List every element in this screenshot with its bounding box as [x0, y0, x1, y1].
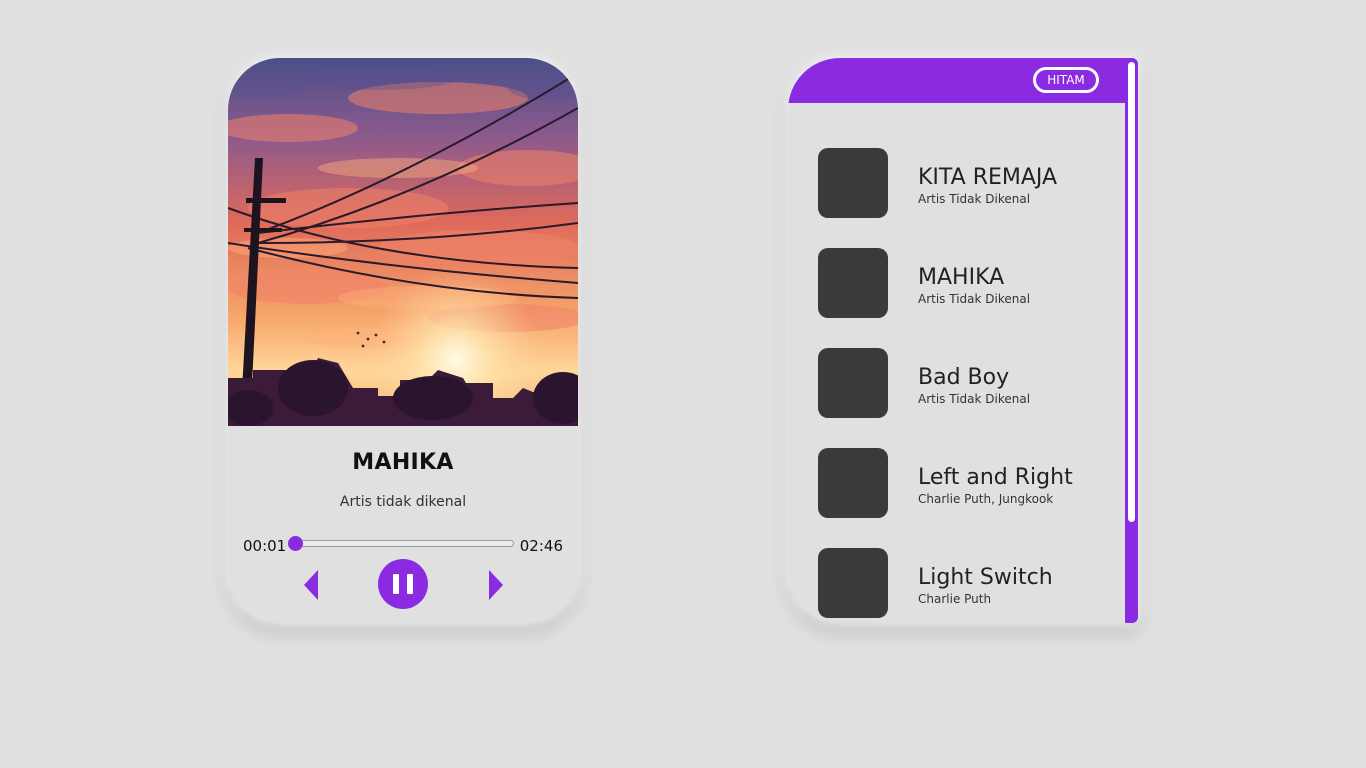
track-thumbnail [818, 448, 888, 518]
album-cover-image [228, 58, 578, 426]
now-playing-title: MAHIKA [352, 450, 454, 475]
progress-thumb[interactable] [288, 536, 304, 551]
track-artist: Artis Tidak Dikenal [918, 192, 1031, 206]
playlist-item[interactable]: Light Switch Charlie Puth [818, 548, 1108, 618]
next-track-button[interactable] [487, 570, 505, 600]
now-playing-artist: Artis tidak dikenal [339, 494, 467, 510]
playlist-item[interactable]: Bad Boy Artis Tidak Dikenal [818, 348, 1108, 418]
previous-track-button[interactable] [302, 570, 320, 600]
playlist-scrollbar[interactable] [1125, 58, 1138, 623]
track-title: Left and Right [918, 465, 1073, 490]
track-artist: Artis Tidak Dikenal [918, 392, 1031, 406]
duration-time: 02:46 [519, 537, 563, 555]
track-title: MAHIKA [918, 265, 1005, 290]
track-artist: Charlie Puth, Jungkook [918, 492, 1054, 506]
scrollbar-thumb[interactable] [1128, 62, 1135, 522]
playlist-card: HITAM KITA REMAJA Artis Tidak Dikenal MA… [788, 58, 1138, 623]
track-title: Light Switch [918, 565, 1053, 590]
track-artist: Charlie Puth [918, 592, 992, 606]
play-pause-button[interactable] [378, 559, 428, 609]
playlist-item[interactable]: MAHIKA Artis Tidak Dikenal [818, 248, 1108, 318]
theme-toggle-button[interactable]: HITAM [1033, 67, 1099, 93]
track-thumbnail [818, 348, 888, 418]
track-thumbnail [818, 148, 888, 218]
triangle-left-icon [304, 570, 318, 600]
track-title: Bad Boy [918, 365, 1010, 390]
playlist-item[interactable]: KITA REMAJA Artis Tidak Dikenal [818, 148, 1108, 218]
current-time: 00:01 [243, 537, 287, 555]
playlist-header: HITAM [788, 58, 1125, 103]
track-artist: Artis Tidak Dikenal [918, 292, 1031, 306]
track-title: KITA REMAJA [918, 165, 1058, 190]
triangle-right-icon [489, 570, 503, 600]
music-player-card: MAHIKA Artis tidak dikenal 00:01 02:46 [228, 58, 578, 623]
track-thumbnail [818, 548, 888, 618]
track-thumbnail [818, 248, 888, 318]
progress-bar[interactable] [288, 536, 514, 551]
playlist-item[interactable]: Left and Right Charlie Puth, Jungkook [818, 448, 1108, 518]
